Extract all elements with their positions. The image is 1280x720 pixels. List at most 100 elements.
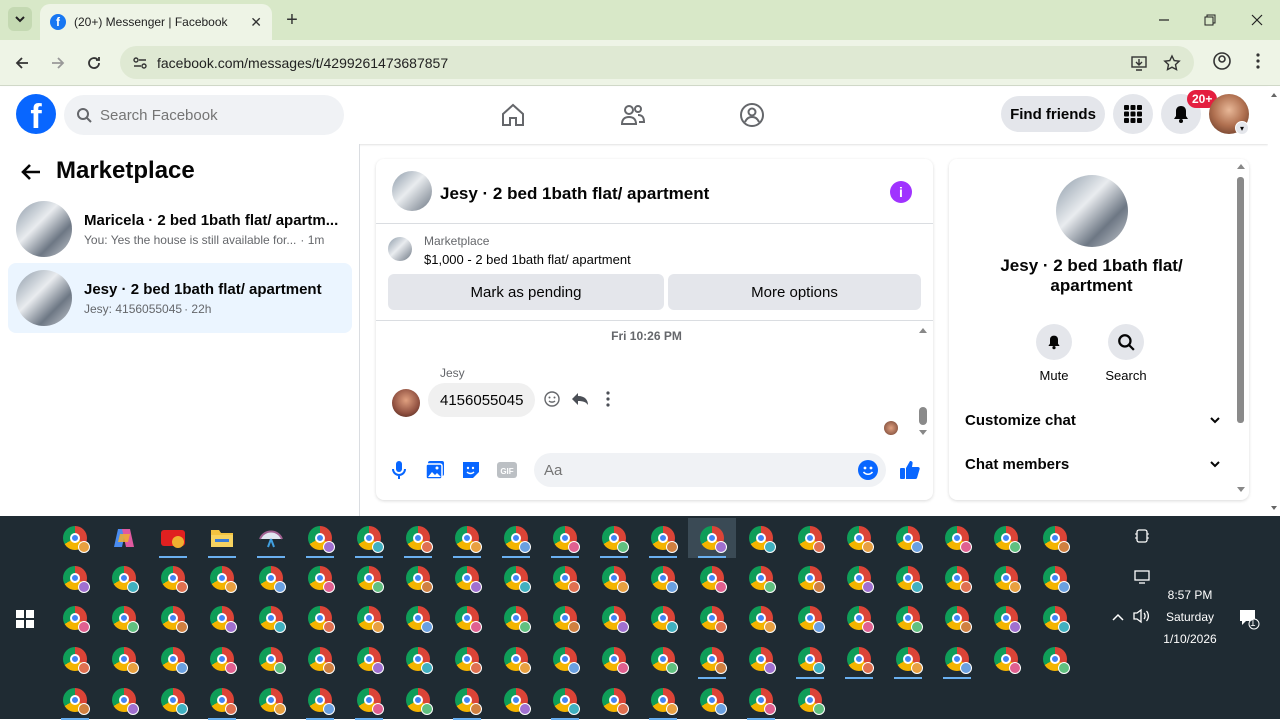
chrome-app-icon[interactable] — [639, 639, 687, 679]
chrome-app-icon[interactable] — [737, 558, 785, 598]
chrome-app-icon[interactable] — [786, 639, 834, 679]
message-input[interactable] — [534, 453, 844, 487]
chrome-app-icon[interactable] — [590, 598, 638, 638]
chrome-app-icon[interactable] — [100, 558, 148, 598]
chrome-app-icon[interactable] — [345, 639, 393, 679]
chrome-app-icon[interactable] — [100, 680, 148, 720]
chrome-app-icon[interactable] — [149, 598, 197, 638]
chrome-app-icon[interactable] — [737, 598, 785, 638]
chrome-app-icon[interactable] — [541, 639, 589, 679]
chrome-app-icon[interactable] — [1031, 598, 1079, 638]
chrome-app-icon[interactable] — [786, 680, 834, 720]
facebook-logo-icon[interactable]: f — [16, 94, 56, 134]
chrome-app-icon[interactable] — [198, 639, 246, 679]
chrome-app-icon[interactable] — [296, 639, 344, 679]
chrome-app-icon[interactable] — [737, 639, 785, 679]
bookmark-star-icon[interactable] — [1163, 54, 1181, 72]
chrome-app-icon[interactable] — [933, 598, 981, 638]
chrome-app-icon[interactable] — [443, 518, 491, 558]
chrome-app-icon[interactable] — [835, 518, 883, 558]
message-scrollbar[interactable] — [918, 323, 928, 439]
chrome-app-icon[interactable] — [492, 680, 540, 720]
chrome-app-icon[interactable] — [247, 680, 295, 720]
chrome-app-icon[interactable] — [688, 558, 736, 598]
copilot-app-icon[interactable] — [100, 518, 148, 558]
chrome-app-icon[interactable] — [394, 558, 442, 598]
notification-center-icon[interactable] — [1238, 608, 1260, 630]
chrome-app-icon[interactable] — [737, 680, 785, 720]
chrome-app-icon[interactable] — [884, 639, 932, 679]
chrome-app-icon[interactable] — [541, 680, 589, 720]
task-view-icon[interactable] — [1135, 528, 1149, 544]
chrome-app-icon[interactable] — [51, 518, 99, 558]
chrome-app-icon[interactable] — [443, 598, 491, 638]
forward-button[interactable] — [46, 51, 70, 75]
chrome-app-icon[interactable] — [688, 518, 736, 558]
chrome-app-icon[interactable] — [51, 639, 99, 679]
chrome-app-icon[interactable] — [590, 518, 638, 558]
customize-chat-row[interactable]: Customize chat — [965, 406, 1221, 434]
chrome-app-icon[interactable] — [443, 639, 491, 679]
thumbs-up-button[interactable] — [898, 458, 922, 482]
site-info-icon[interactable] — [132, 55, 148, 71]
chrome-app-icon[interactable] — [884, 598, 932, 638]
chrome-app-icon[interactable] — [835, 598, 883, 638]
gif-button[interactable]: GIF — [496, 459, 518, 481]
chrome-app-icon[interactable] — [933, 518, 981, 558]
chrome-app-icon[interactable] — [492, 558, 540, 598]
back-button[interactable] — [20, 161, 42, 183]
chrome-app-icon[interactable] — [51, 558, 99, 598]
chrome-app-icon[interactable] — [541, 598, 589, 638]
search-in-chat-button[interactable]: Search — [1096, 324, 1156, 383]
minimize-button[interactable] — [1152, 8, 1176, 32]
chrome-app-icon[interactable] — [688, 639, 736, 679]
chrome-app-icon[interactable] — [345, 598, 393, 638]
details-scrollbar[interactable] — [1235, 159, 1247, 500]
file-explorer-icon[interactable] — [198, 518, 246, 558]
desktop-icon[interactable] — [1133, 570, 1151, 584]
new-tab-button[interactable]: + — [282, 8, 302, 32]
chrome-app-icon[interactable] — [835, 558, 883, 598]
chrome-app-icon[interactable] — [639, 558, 687, 598]
page-scrollbar[interactable] — [1268, 87, 1280, 516]
chrome-app-icon[interactable] — [492, 518, 540, 558]
react-button[interactable] — [542, 389, 562, 409]
mark-pending-button[interactable]: Mark as pending — [388, 274, 664, 310]
chat-title[interactable]: Jesy · 2 bed 1bath flat/ apartment — [440, 184, 709, 204]
chrome-app-icon[interactable] — [639, 680, 687, 720]
account-chevron-icon[interactable]: ▾ — [1235, 121, 1249, 135]
chrome-app-icon[interactable] — [296, 558, 344, 598]
chrome-app-icon[interactable] — [1031, 639, 1079, 679]
volume-icon[interactable] — [1132, 608, 1150, 624]
chrome-app-icon[interactable] — [198, 680, 246, 720]
tab-close-icon[interactable]: ✕ — [250, 14, 262, 31]
search-input[interactable] — [100, 106, 320, 124]
chrome-app-icon[interactable] — [639, 518, 687, 558]
chrome-app-icon[interactable] — [443, 558, 491, 598]
conversation-item[interactable]: Maricela · 2 bed 1bath flat/ apartm... Y… — [8, 194, 352, 264]
chrome-app-icon[interactable] — [835, 639, 883, 679]
chrome-app-icon[interactable] — [982, 518, 1030, 558]
chrome-app-icon[interactable] — [394, 598, 442, 638]
info-icon[interactable]: i — [890, 181, 912, 203]
more-options-button[interactable]: More options — [668, 274, 921, 310]
chrome-app-icon[interactable] — [737, 518, 785, 558]
address-bar[interactable]: facebook.com/messages/t/4299261473687857 — [120, 46, 1194, 79]
more-actions-button[interactable] — [598, 389, 618, 409]
emoji-button[interactable] — [858, 460, 878, 480]
start-button[interactable] — [16, 610, 34, 628]
browser-tab[interactable]: f (20+) Messenger | Facebook ✕ — [40, 4, 272, 40]
video-app-icon[interactable] — [149, 518, 197, 558]
sticker-button[interactable] — [460, 459, 482, 481]
chrome-app-icon[interactable] — [786, 518, 834, 558]
chrome-app-icon[interactable] — [51, 598, 99, 638]
clock-time[interactable]: 8:57 PM — [1152, 588, 1228, 602]
chrome-app-icon[interactable] — [296, 598, 344, 638]
chrome-app-icon[interactable] — [198, 598, 246, 638]
home-nav-button[interactable] — [499, 101, 527, 129]
paint-app-icon[interactable] — [247, 518, 295, 558]
chrome-app-icon[interactable] — [786, 558, 834, 598]
chrome-app-icon[interactable] — [590, 558, 638, 598]
friends-nav-button[interactable] — [619, 101, 647, 129]
listing-title[interactable]: $1,000 - 2 bed 1bath flat/ apartment — [424, 252, 631, 267]
